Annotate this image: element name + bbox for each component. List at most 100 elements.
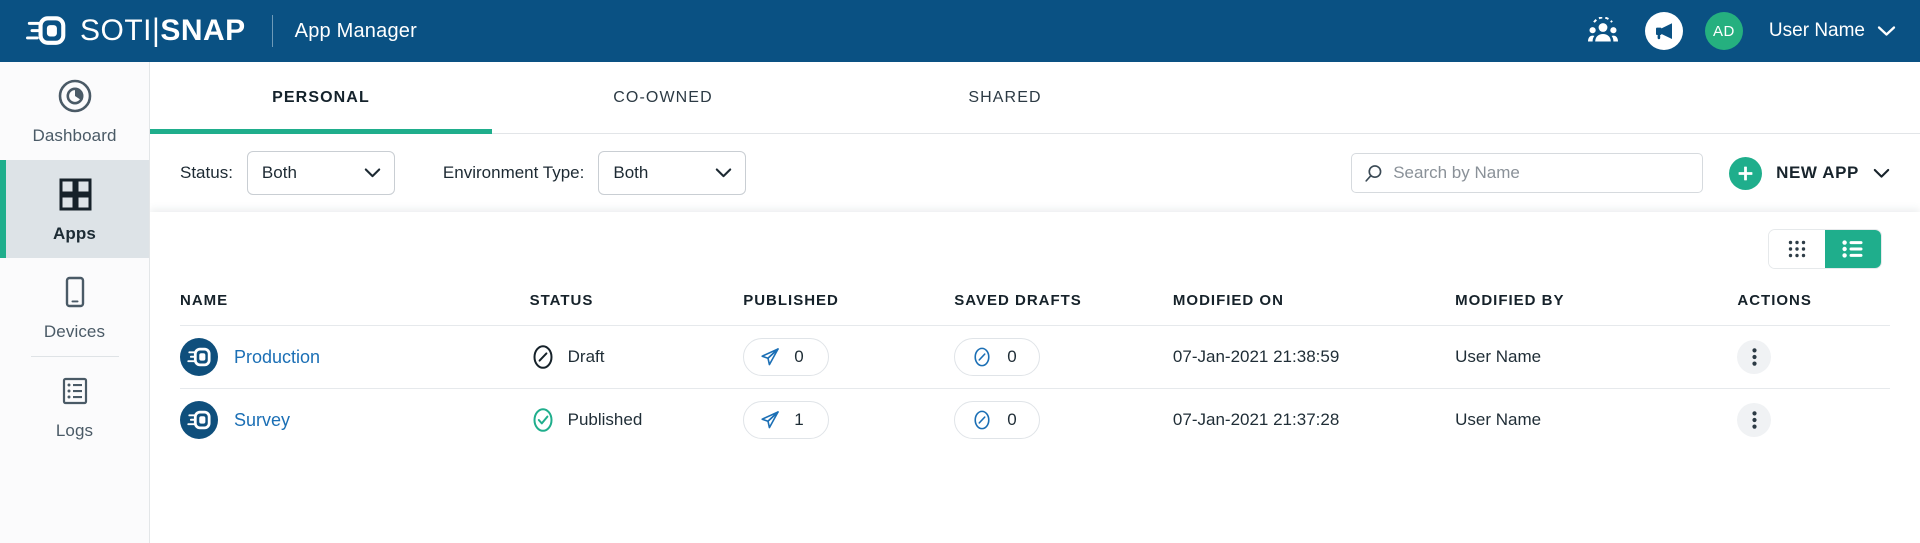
- cell-actions: [1737, 326, 1890, 389]
- tab-shared[interactable]: SHARED: [834, 62, 1176, 133]
- tab-co-owned[interactable]: CO-OWNED: [492, 62, 834, 133]
- toolbar-right: NEW APP: [1351, 153, 1890, 193]
- cell-modified-by: User Name: [1455, 389, 1737, 452]
- kebab-menu-icon: [1752, 411, 1757, 429]
- tab-personal-label: PERSONAL: [272, 88, 370, 106]
- chevron-down-icon: [364, 168, 381, 178]
- published-count: 0: [794, 347, 804, 366]
- brand-separator: |: [152, 13, 161, 48]
- device-phone-icon: [65, 276, 84, 308]
- status-label: Published: [567, 410, 643, 429]
- column-header-modified-on[interactable]: MODIFIED ON: [1173, 286, 1455, 326]
- brand-wordmark: SOTI|SNAP: [80, 13, 246, 48]
- cell-actions: [1737, 389, 1890, 452]
- sidebar-label-logs: Logs: [55, 421, 94, 440]
- sidebar-item-apps[interactable]: Apps: [0, 160, 149, 258]
- search-input[interactable]: [1393, 163, 1691, 183]
- plus-icon: [1729, 156, 1763, 190]
- cell-saved-drafts: 0: [954, 326, 1173, 389]
- saved-drafts-count: 0: [1007, 347, 1017, 366]
- grid-view-button[interactable]: [1769, 230, 1825, 268]
- sidebar-label-apps: Apps: [53, 224, 96, 243]
- column-header-published[interactable]: PUBLISHED: [743, 286, 954, 326]
- app-name-cell: Production: [180, 338, 530, 376]
- sidebar-item-logs[interactable]: Logs: [0, 357, 149, 455]
- tab-personal[interactable]: PERSONAL: [150, 62, 492, 134]
- brand-logo[interactable]: SOTI|SNAP: [26, 14, 246, 48]
- row-actions-button[interactable]: [1737, 340, 1772, 374]
- sidebar-item-devices[interactable]: Devices: [0, 258, 149, 356]
- new-app-label: NEW APP: [1776, 163, 1859, 182]
- kebab-menu-icon: [1752, 348, 1757, 366]
- saved-drafts-count-pill[interactable]: 0: [954, 338, 1041, 376]
- published-count-pill[interactable]: 1: [743, 401, 830, 439]
- environment-filter-group: Environment Type: Both: [443, 151, 747, 195]
- tab-shared-label: SHARED: [968, 88, 1042, 106]
- environment-filter-select[interactable]: Both: [598, 151, 747, 195]
- table-header-row: NAME STATUS PUBLISHED SAVED DRAFTS MODIF…: [180, 286, 1890, 326]
- cell-name: Production: [180, 326, 530, 389]
- app-name-cell: Survey: [180, 401, 530, 439]
- cell-status: Draft: [530, 326, 744, 389]
- cell-modified-on: 07-Jan-2021 21:38:59: [1173, 326, 1455, 389]
- published-count: 1: [794, 410, 804, 429]
- modified-by-value: User Name: [1455, 410, 1542, 429]
- announcements-button[interactable]: [1644, 12, 1683, 50]
- left-sidebar: Dashboard Apps Devices Logs: [0, 62, 150, 543]
- list-view-button[interactable]: [1825, 230, 1881, 268]
- cell-modified-on: 07-Jan-2021 21:37:28: [1173, 389, 1455, 452]
- app-name-link[interactable]: Survey: [234, 410, 290, 431]
- brand-soti: SOTI: [80, 14, 153, 47]
- people-community-icon: [1587, 17, 1618, 42]
- table-row: Production Draft 0 0 07-Jan-2021 21:38:5…: [180, 325, 1890, 389]
- user-menu[interactable]: User Name: [1765, 20, 1896, 42]
- column-header-modified-by[interactable]: MODIFIED BY: [1455, 286, 1737, 326]
- search-box[interactable]: [1351, 153, 1704, 193]
- saved-drafts-count-pill[interactable]: 0: [954, 401, 1041, 439]
- people-community-button[interactable]: [1583, 11, 1623, 51]
- chevron-down-icon: [716, 168, 732, 178]
- megaphone-icon: [1655, 23, 1672, 40]
- sidebar-item-dashboard[interactable]: Dashboard: [0, 62, 149, 160]
- column-header-saved-drafts[interactable]: SAVED DRAFTS: [954, 286, 1173, 326]
- chevron-down-icon: [1877, 26, 1896, 36]
- paper-plane-icon: [761, 348, 780, 366]
- user-name-label: User Name: [1768, 20, 1865, 41]
- main-content: PERSONAL CO-OWNED SHARED Status: Both En…: [150, 62, 1920, 543]
- published-count-pill[interactable]: 0: [743, 338, 830, 376]
- table-head: NAME STATUS PUBLISHED SAVED DRAFTS MODIF…: [180, 286, 1890, 326]
- draft-circle-slash-icon: [974, 410, 990, 430]
- ownership-tabs: PERSONAL CO-OWNED SHARED: [150, 62, 1920, 134]
- cell-modified-by: User Name: [1455, 326, 1737, 389]
- cell-name: Survey: [180, 389, 530, 452]
- view-toggle: [1768, 229, 1882, 269]
- view-toggle-row: [180, 212, 1890, 286]
- apps-list-card: NAME STATUS PUBLISHED SAVED DRAFTS MODIF…: [150, 212, 1920, 543]
- modified-by-value: User Name: [1455, 347, 1542, 366]
- cell-published: 1: [743, 389, 954, 452]
- row-actions-button[interactable]: [1737, 403, 1772, 437]
- column-header-status[interactable]: STATUS: [530, 286, 744, 326]
- status-filter-value: Both: [261, 163, 297, 182]
- filter-toolbar: Status: Both Environment Type: Both Sear…: [150, 134, 1920, 212]
- status-filter-select[interactable]: Both: [246, 151, 395, 195]
- paper-plane-icon: [761, 411, 780, 429]
- header-divider: [271, 15, 273, 47]
- column-header-name[interactable]: NAME: [180, 286, 530, 326]
- draft-circle-slash-icon: [533, 345, 553, 369]
- header-actions: AD User Name: [1583, 11, 1896, 51]
- published-check-circle-icon: [533, 408, 553, 432]
- app-name-link[interactable]: Production: [234, 347, 320, 368]
- column-header-actions: ACTIONS: [1737, 292, 1812, 309]
- brand-snap: SNAP: [160, 14, 246, 47]
- new-app-button[interactable]: NEW APP: [1729, 156, 1890, 190]
- soti-app-icon: [180, 338, 218, 376]
- draft-circle-slash-icon: [974, 347, 990, 367]
- logs-list-icon: [62, 377, 87, 405]
- cell-status: Published: [530, 389, 744, 452]
- soti-app-icon: [180, 401, 218, 439]
- app-manager-page: SOTI|SNAP App Manager AD User Name Dashb…: [0, 0, 1920, 543]
- user-avatar[interactable]: AD: [1704, 12, 1743, 50]
- page-body: Dashboard Apps Devices Logs PERSONAL CO-…: [0, 62, 1920, 543]
- modified-on-value: 07-Jan-2021 21:38:59: [1172, 347, 1340, 366]
